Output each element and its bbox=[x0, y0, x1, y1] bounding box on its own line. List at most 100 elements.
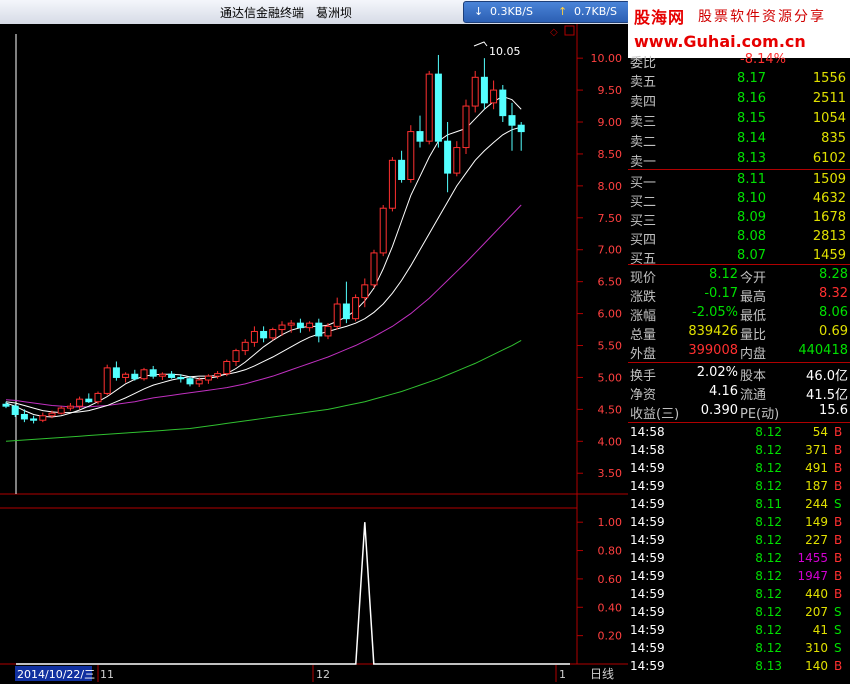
tick-side: B bbox=[834, 533, 843, 547]
month-label-11: 11 bbox=[100, 668, 114, 681]
tick-time: 14:59 bbox=[630, 587, 665, 601]
ask-row: 卖四 8.16 2511 bbox=[628, 90, 850, 110]
stat-label: 今开 bbox=[740, 271, 767, 286]
net-up-speed: 0.7KB/S bbox=[574, 5, 617, 18]
tick-side: B bbox=[834, 425, 843, 439]
candle bbox=[471, 70, 479, 113]
candle-body bbox=[250, 330, 258, 343]
tick-row: 14:58 8.12 371 B bbox=[628, 442, 850, 460]
stat-row: 涨幅 -2.05% 最低 8.06 bbox=[628, 304, 850, 324]
candle-body bbox=[333, 303, 341, 327]
bid-label: 买二 bbox=[630, 195, 657, 210]
candle-body bbox=[186, 378, 194, 385]
ask-price: 8.17 bbox=[737, 71, 766, 86]
tick-side: S bbox=[834, 623, 842, 637]
candle-body bbox=[168, 373, 176, 378]
price-axis-label: 5.00 bbox=[598, 371, 623, 384]
candle-body bbox=[103, 367, 111, 394]
stat-row: 涨跌 -0.17 最高 8.32 bbox=[628, 285, 850, 305]
fund-label: 净资 bbox=[630, 388, 657, 403]
month-label-12: 12 bbox=[316, 668, 330, 681]
tick-volume: 1455 bbox=[797, 551, 828, 565]
tick-volume: 310 bbox=[805, 641, 828, 655]
candle-body bbox=[278, 324, 286, 331]
candle-body bbox=[76, 398, 84, 407]
bid-price: 8.10 bbox=[737, 191, 766, 206]
tick-side: B bbox=[834, 569, 843, 583]
candle-body bbox=[94, 392, 102, 403]
tick-time: 14:59 bbox=[630, 569, 665, 583]
ask-label: 卖五 bbox=[630, 75, 657, 90]
high-price-mark: 10.05 bbox=[489, 45, 521, 58]
candle-body bbox=[517, 124, 525, 133]
tick-volume: 187 bbox=[805, 479, 828, 493]
stat-label: 涨幅 bbox=[630, 309, 657, 324]
candle-body bbox=[425, 73, 433, 142]
price-axis-label: 9.50 bbox=[598, 84, 623, 97]
stat-label: 外盘 bbox=[630, 347, 657, 362]
ask-label: 卖二 bbox=[630, 135, 657, 150]
ask-row: 卖五 8.17 1556 bbox=[628, 70, 850, 90]
tick-side: S bbox=[834, 641, 842, 655]
stat-label: 最低 bbox=[740, 309, 767, 324]
tick-time: 14:59 bbox=[630, 461, 665, 475]
tick-row: 14:59 8.12 1947 B bbox=[628, 568, 850, 586]
diamond-icon[interactable]: ◇ bbox=[550, 27, 558, 38]
candle-body bbox=[30, 418, 38, 421]
stat-value: 8.06 bbox=[819, 305, 848, 320]
tick-volume: 227 bbox=[805, 533, 828, 547]
candle-body bbox=[324, 325, 332, 337]
ask-volume: 2511 bbox=[812, 91, 846, 106]
candle-body bbox=[499, 89, 507, 117]
tick-volume: 41 bbox=[812, 623, 828, 637]
candle-body bbox=[370, 252, 378, 286]
stat-value: -2.05% bbox=[692, 305, 738, 320]
tick-row: 14:59 8.12 227 B bbox=[628, 532, 850, 550]
stat-value: 839426 bbox=[688, 324, 738, 339]
stat-label: 现价 bbox=[630, 271, 657, 286]
price-axis-label: 8.50 bbox=[598, 148, 623, 161]
kline-chart[interactable]: ◇ 10.00 9.50 9.00 8.50 8.00 7.50 7.00 6.50 6.00 5… bbox=[0, 24, 628, 684]
candle bbox=[425, 70, 433, 145]
bid-price: 8.08 bbox=[737, 229, 766, 244]
indicator-axis-label: 1.00 bbox=[598, 516, 623, 529]
fund-value: 41.5亿 bbox=[806, 388, 848, 403]
fund-row: 换手 2.02% 股本 46.0亿 bbox=[628, 364, 850, 384]
indicator-axis-label: 0.60 bbox=[598, 573, 623, 586]
app-title: 通达信金融终端 bbox=[220, 6, 305, 20]
fund-row: 净资 4.16 流通 41.5亿 bbox=[628, 383, 850, 403]
tick-row: 14:59 8.13 140 B bbox=[628, 658, 850, 676]
candle-body bbox=[361, 284, 369, 299]
tick-volume: 149 bbox=[805, 515, 828, 529]
tick-row: 14:59 8.12 1455 B bbox=[628, 550, 850, 568]
candle-body bbox=[39, 415, 47, 421]
candle-body bbox=[66, 405, 74, 409]
candle-body bbox=[287, 322, 295, 326]
tick-row: 14:59 8.12 310 S bbox=[628, 640, 850, 658]
tick-time: 14:58 bbox=[630, 443, 665, 457]
bid-volume: 1678 bbox=[812, 210, 846, 225]
tick-volume: 54 bbox=[812, 425, 828, 439]
candle-body bbox=[48, 412, 56, 417]
price-axis-label: 7.50 bbox=[598, 212, 623, 225]
tick-time: 14:59 bbox=[630, 641, 665, 655]
candle-body bbox=[2, 403, 10, 407]
ask-label: 卖三 bbox=[630, 115, 657, 130]
period-tab-daily[interactable]: 日线 bbox=[590, 667, 614, 681]
tick-time: 14:59 bbox=[630, 479, 665, 493]
tick-side: B bbox=[834, 551, 843, 565]
tick-side: S bbox=[834, 605, 842, 619]
stat-label: 总量 bbox=[630, 328, 657, 343]
candle-body bbox=[223, 360, 231, 375]
price-axis-label: 6.50 bbox=[598, 276, 623, 289]
candle-body bbox=[490, 89, 498, 104]
indicator-axis-label: 0.80 bbox=[598, 545, 623, 558]
bid-volume: 1459 bbox=[812, 248, 846, 263]
ask-row: 卖三 8.15 1054 bbox=[628, 110, 850, 130]
ask-row: 卖一 8.13 6102 bbox=[628, 150, 850, 170]
fund-value: 2.02% bbox=[696, 365, 738, 380]
tick-row: 14:59 8.12 207 S bbox=[628, 604, 850, 622]
ask-volume: 835 bbox=[821, 131, 846, 146]
tick-volume: 440 bbox=[805, 587, 828, 601]
bid-price: 8.09 bbox=[737, 210, 766, 225]
